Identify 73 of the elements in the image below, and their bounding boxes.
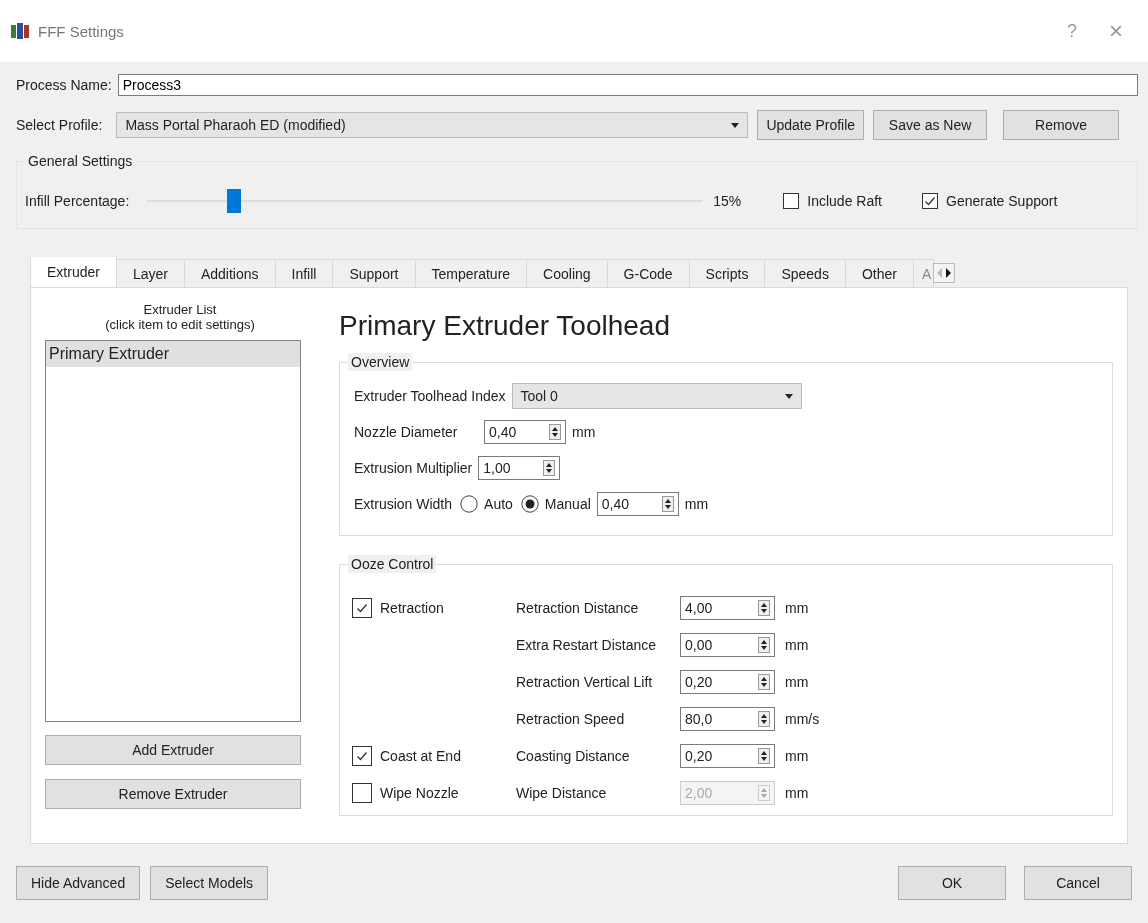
- field-label: Retraction Vertical Lift: [516, 673, 654, 690]
- checkbox-label: Wipe Nozzle: [380, 784, 459, 801]
- profile-button[interactable]: Remove: [1003, 110, 1120, 140]
- checkbox[interactable]: [352, 745, 372, 766]
- spin-box[interactable]: 4,00: [680, 595, 775, 620]
- infill-slider[interactable]: [147, 189, 704, 213]
- process-name-label: Process Name:: [15, 77, 112, 93]
- group-legend: General Settings: [25, 152, 136, 170]
- field-label: Extrusion Multiplier: [354, 460, 473, 476]
- unit-label: mm/s: [785, 710, 820, 727]
- checkbox[interactable]: [783, 193, 800, 209]
- check-icon: [356, 749, 368, 762]
- spin-box[interactable]: 80,0: [680, 706, 775, 731]
- footer-button[interactable]: Cancel: [1024, 866, 1132, 900]
- tab-scroll-arrows-icon[interactable]: [933, 263, 956, 283]
- field-label: Coasting Distance: [516, 747, 631, 764]
- extruder-list-title: Extruder List: [143, 302, 217, 317]
- app-logo-icon: [10, 21, 30, 41]
- profile-button[interactable]: Update Profile: [757, 110, 865, 140]
- check-icon: [924, 195, 936, 207]
- spin-box[interactable]: 1,00: [478, 456, 561, 480]
- checkbox-label: Coast at End: [380, 747, 461, 764]
- infill-label: Infill Percentage:: [24, 193, 130, 209]
- checkbox-label: Generate Support: [946, 193, 1058, 209]
- window-title: FFF Settings: [38, 22, 124, 40]
- footer-button[interactable]: Hide Advanced: [16, 866, 141, 900]
- checkbox[interactable]: [922, 193, 938, 209]
- caret-icon: [784, 393, 793, 399]
- caret-icon: [731, 122, 740, 128]
- radio-label: Manual: [544, 496, 591, 512]
- footer-button[interactable]: Select Models: [150, 866, 269, 900]
- field-label: Wipe Distance: [516, 784, 608, 801]
- field-label: Extruder Toolhead Index: [354, 388, 506, 404]
- field-label: Extrusion Width: [354, 496, 453, 512]
- check-icon: [356, 601, 368, 614]
- extruder-list-hint: (click item to edit settings): [105, 317, 255, 332]
- unit-label: mm: [785, 747, 809, 764]
- unit-label: mm: [785, 673, 809, 690]
- radio-button[interactable]: [460, 495, 479, 513]
- spin-box[interactable]: 0,20: [680, 669, 775, 694]
- panel-heading: Primary Extruder Toolhead: [339, 310, 671, 342]
- checkbox[interactable]: [352, 597, 372, 618]
- field-label: Retraction Speed: [516, 710, 626, 727]
- field-label: Extra Restart Distance: [516, 636, 658, 653]
- radio-button[interactable]: [520, 495, 539, 513]
- unit-label: mm: [684, 496, 709, 512]
- select-profile-label: Select Profile:: [15, 117, 103, 133]
- footer-button[interactable]: OK: [898, 866, 1006, 900]
- unit-label: mm: [785, 599, 809, 616]
- tab[interactable]: Extruder: [30, 257, 117, 287]
- extruder-list-item[interactable]: Primary Extruder: [46, 341, 300, 367]
- field-label: Nozzle Diameter: [354, 424, 459, 440]
- group-legend: Overview: [348, 353, 413, 371]
- spin-box[interactable]: 0,20: [680, 743, 775, 768]
- extruder-button[interactable]: Add Extruder: [45, 735, 301, 765]
- profile-dropdown[interactable]: Mass Portal Pharaoh ED (modified): [116, 112, 749, 138]
- process-name-field[interactable]: Process3: [117, 74, 1138, 96]
- field-label: Retraction Distance: [516, 599, 640, 616]
- infill-reading: 15%: [713, 193, 743, 209]
- toolhead-dropdown[interactable]: Tool 0: [511, 383, 802, 409]
- slider-thumb[interactable]: [226, 189, 241, 213]
- unit-label: mm: [572, 424, 596, 440]
- checkbox-label: Retraction: [380, 599, 444, 616]
- spin-box[interactable]: 0,40: [484, 420, 566, 444]
- unit-label: mm: [785, 784, 809, 801]
- spin-box[interactable]: 0,00: [680, 632, 775, 657]
- checkbox-label: Include Raft: [807, 193, 882, 209]
- radio-label: Auto: [484, 496, 513, 512]
- extruder-button[interactable]: Remove Extruder: [45, 779, 301, 809]
- spin-box[interactable]: 0,40: [596, 492, 679, 516]
- group-legend: Ooze Control: [348, 555, 437, 573]
- unit-label: mm: [785, 636, 809, 653]
- profile-button[interactable]: Save as New: [873, 110, 988, 140]
